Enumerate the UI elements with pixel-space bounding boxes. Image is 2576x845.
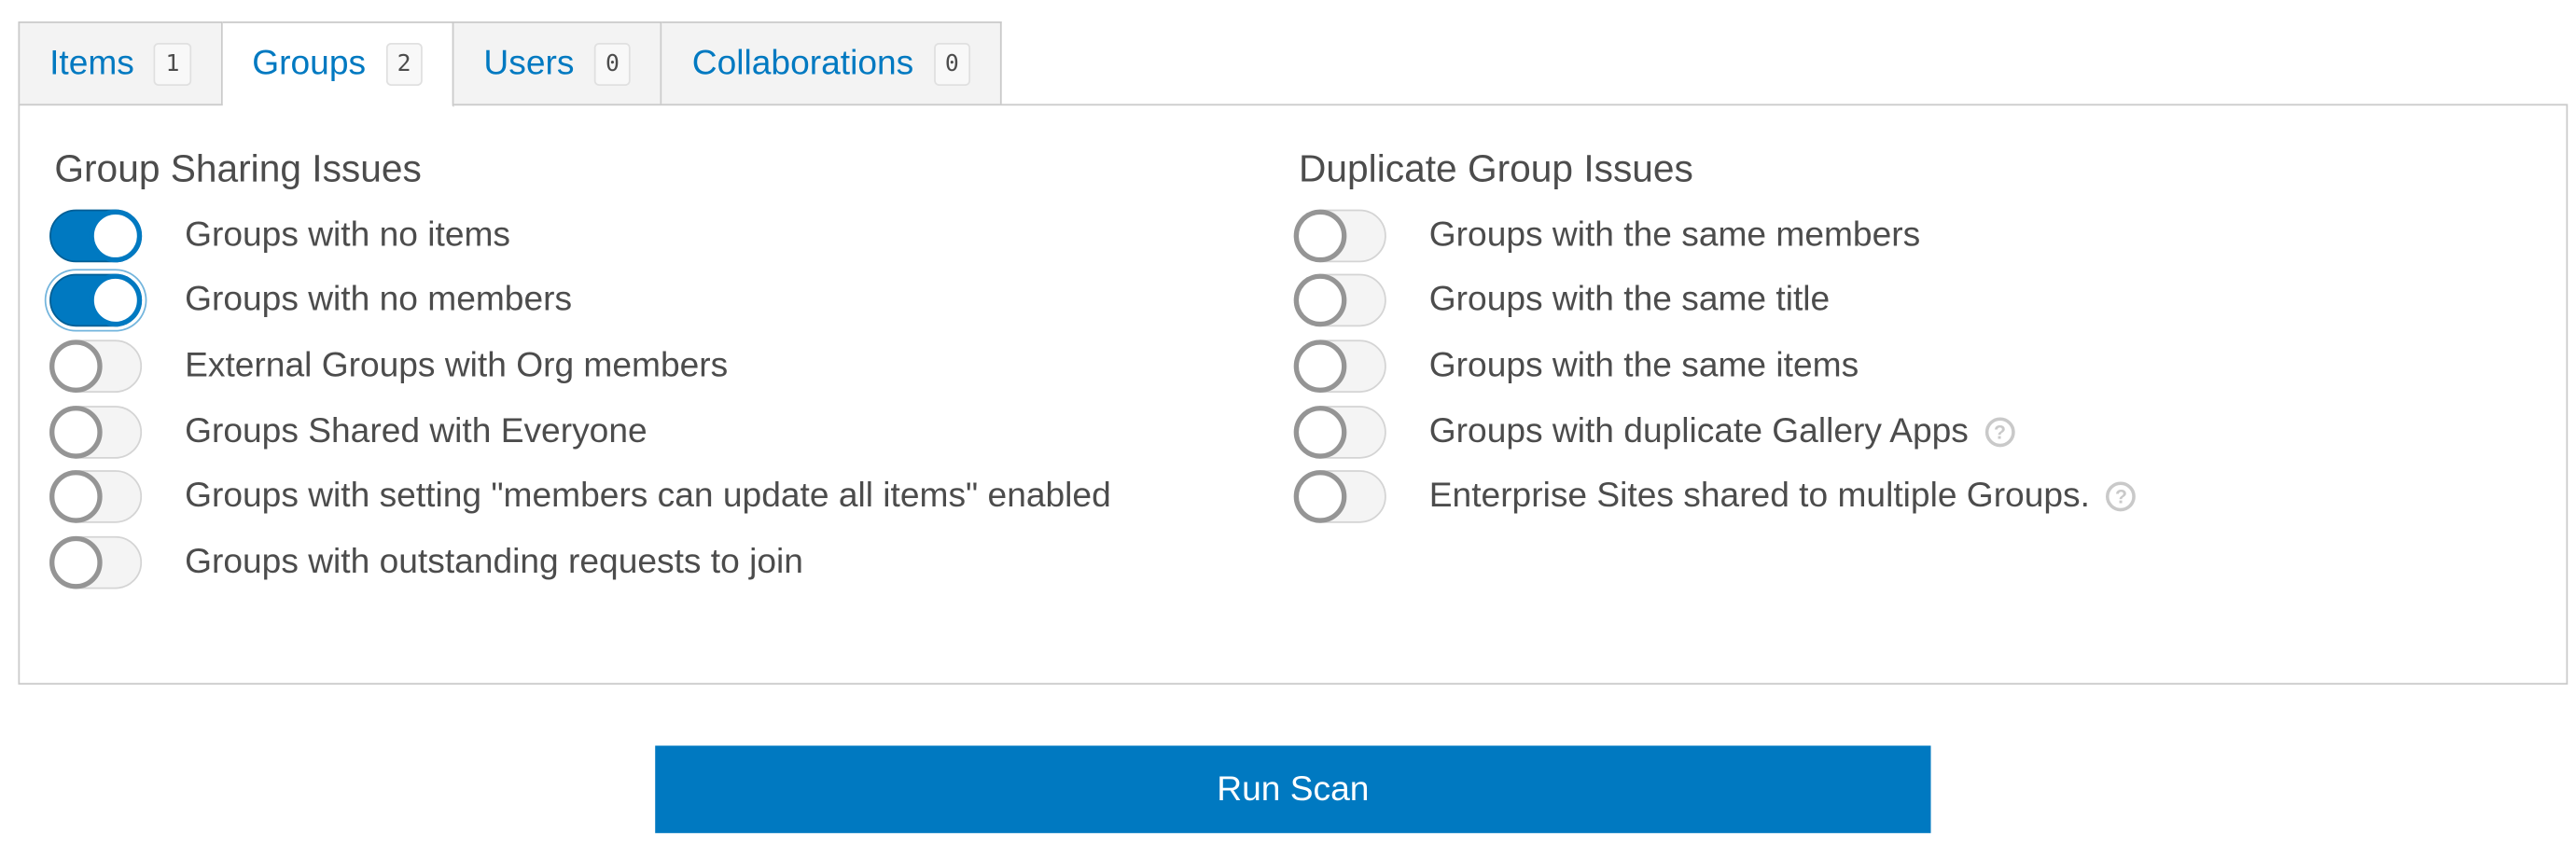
tab-groups[interactable]: Groups 2 bbox=[222, 21, 454, 107]
tab-label: Groups bbox=[252, 44, 367, 83]
toggle-knob bbox=[49, 535, 103, 589]
tab-label: Users bbox=[483, 43, 575, 82]
help-icon[interactable]: ? bbox=[1984, 416, 2015, 447]
toggle-knob bbox=[89, 209, 143, 262]
option-same-title[interactable]: Groups with the same title bbox=[1293, 269, 2136, 334]
duplicate-group-section: Duplicate Group Issues Groups with the s… bbox=[1293, 145, 2137, 530]
option-same-items[interactable]: Groups with the same items bbox=[1293, 334, 2136, 399]
toggle-switch[interactable] bbox=[1293, 470, 1386, 524]
option-label: Groups with duplicate Gallery Apps bbox=[1428, 411, 1969, 450]
option-same-members[interactable]: Groups with the same members bbox=[1293, 203, 2136, 269]
group-sharing-section: Group Sharing Issues Groups with no item… bbox=[49, 145, 1111, 595]
option-label: Groups Shared with Everyone bbox=[185, 411, 647, 450]
tab-items[interactable]: Items 1 bbox=[18, 21, 223, 106]
toggle-switch[interactable] bbox=[49, 209, 143, 262]
toggle-knob bbox=[1293, 405, 1347, 458]
toggle-switch[interactable] bbox=[49, 274, 143, 327]
option-members-update-all-items[interactable]: Groups with setting "members can update … bbox=[49, 464, 1111, 530]
tab-users[interactable]: Users 0 bbox=[453, 21, 662, 106]
tab-bar: Items 1 Groups 2 Users 0 Collaborations … bbox=[18, 21, 1002, 107]
tab-count-badge: 0 bbox=[933, 42, 971, 86]
tab-count-badge: 0 bbox=[593, 42, 632, 86]
toggle-knob bbox=[1293, 209, 1347, 262]
tab-count-badge: 1 bbox=[154, 42, 191, 86]
tab-label: Collaborations bbox=[691, 43, 914, 82]
toggle-switch[interactable] bbox=[49, 535, 143, 589]
option-duplicate-gallery-apps[interactable]: Groups with duplicate Gallery Apps ? bbox=[1293, 399, 2136, 464]
option-groups-no-members[interactable]: Groups with no members bbox=[49, 269, 1110, 334]
option-label: External Groups with Org members bbox=[185, 346, 729, 385]
toggle-knob bbox=[1293, 339, 1347, 393]
toggle-knob bbox=[49, 339, 103, 393]
toggle-knob bbox=[89, 274, 143, 327]
toggle-switch[interactable] bbox=[49, 405, 143, 458]
help-icon[interactable]: ? bbox=[2106, 481, 2137, 512]
toggle-switch[interactable] bbox=[1293, 339, 1386, 393]
section-title: Duplicate Group Issues bbox=[1299, 146, 1693, 190]
section-title: Group Sharing Issues bbox=[54, 146, 422, 190]
toggle-switch[interactable] bbox=[1293, 405, 1386, 458]
tab-label: Items bbox=[49, 43, 134, 82]
toggle-knob bbox=[1293, 470, 1347, 524]
option-outstanding-join-requests[interactable]: Groups with outstanding requests to join bbox=[49, 530, 1110, 595]
toggle-switch[interactable] bbox=[1293, 274, 1386, 327]
option-label: Groups with the same members bbox=[1428, 215, 1921, 255]
tab-count-badge: 2 bbox=[385, 42, 423, 86]
scan-options-page: Items 1 Groups 2 Users 0 Collaborations … bbox=[0, 0, 2576, 845]
toggle-knob bbox=[1293, 274, 1347, 327]
option-label: Groups with no members bbox=[185, 281, 573, 320]
toggle-knob bbox=[49, 405, 103, 458]
run-scan-button[interactable]: Run Scan bbox=[655, 745, 1931, 834]
option-label: Groups with setting "members can update … bbox=[185, 477, 1111, 516]
option-groups-shared-everyone[interactable]: Groups Shared with Everyone bbox=[49, 399, 1110, 464]
groups-tab-panel: Group Sharing Issues Groups with no item… bbox=[18, 104, 2569, 686]
option-label: Enterprise Sites shared to multiple Grou… bbox=[1428, 477, 2090, 516]
option-label: Groups with outstanding requests to join bbox=[185, 542, 803, 581]
toggle-switch[interactable] bbox=[1293, 209, 1386, 262]
option-label: Groups with no items bbox=[185, 215, 511, 255]
option-label: Groups with the same items bbox=[1428, 346, 1859, 385]
toggle-switch[interactable] bbox=[49, 339, 143, 393]
option-groups-no-items[interactable]: Groups with no items bbox=[49, 203, 1110, 269]
option-label: Groups with the same title bbox=[1428, 281, 1831, 320]
option-external-groups-org-members[interactable]: External Groups with Org members bbox=[49, 334, 1110, 399]
toggle-knob bbox=[49, 470, 103, 524]
toggle-switch[interactable] bbox=[49, 470, 143, 524]
tab-collaborations[interactable]: Collaborations 0 bbox=[661, 21, 1002, 106]
option-enterprise-sites-multiple-groups[interactable]: Enterprise Sites shared to multiple Grou… bbox=[1293, 464, 2137, 530]
